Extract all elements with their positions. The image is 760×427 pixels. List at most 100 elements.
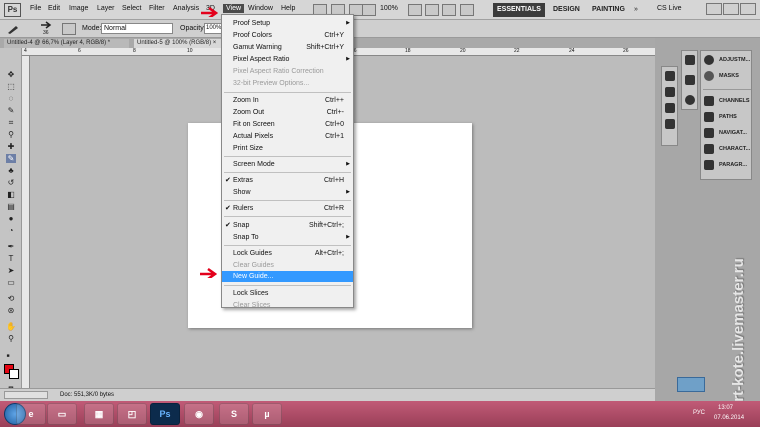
- adjustments-icon[interactable]: [704, 55, 714, 65]
- extras-icon[interactable]: [362, 4, 376, 16]
- path-select-tool-icon[interactable]: ➤: [6, 266, 16, 275]
- shape-tool-icon[interactable]: ▭: [6, 278, 16, 287]
- menu-item-zoom-out[interactable]: Zoom Out Ctrl+-: [222, 107, 353, 118]
- mode-select[interactable]: Normal: [101, 23, 173, 34]
- paragraph-icon[interactable]: [704, 160, 714, 170]
- menu-layer[interactable]: Layer: [97, 5, 115, 12]
- utorrent-icon[interactable]: µ: [252, 403, 282, 425]
- hand-tool-icon[interactable]: ✋: [6, 322, 16, 331]
- menu-item-clear-slices[interactable]: Clear Slices: [222, 300, 353, 311]
- 3d-rotate-tool-icon[interactable]: ⟲: [6, 294, 16, 303]
- default-colors-icon[interactable]: ■: [3, 352, 13, 361]
- menu-view[interactable]: View: [223, 4, 245, 13]
- menu-image[interactable]: Image: [69, 5, 88, 12]
- brush-panel-icon[interactable]: [62, 23, 76, 35]
- panel-label-masks[interactable]: MASKS: [719, 73, 739, 79]
- panel-label-channels[interactable]: CHANNELS: [719, 98, 750, 104]
- skype-icon[interactable]: S: [219, 403, 249, 425]
- menu-item-new-guide[interactable]: New Guide...: [222, 271, 353, 282]
- menu-select[interactable]: Select: [122, 5, 141, 12]
- panel-label-adjustments[interactable]: ADJUSTM...: [719, 57, 750, 63]
- menu-item-snap[interactable]: ✔ Snap Shift+Ctrl+;: [222, 220, 353, 231]
- gradient-tool-icon[interactable]: ▤: [6, 202, 16, 211]
- crop-tool-icon[interactable]: ⌗: [6, 118, 16, 127]
- clock-time[interactable]: 13:07: [718, 405, 733, 411]
- history-brush-tool-icon[interactable]: ↺: [6, 178, 16, 187]
- menu-window[interactable]: Window: [248, 5, 273, 12]
- pen-tool-icon[interactable]: ✒: [6, 242, 16, 251]
- language-indicator[interactable]: РУС: [693, 410, 705, 416]
- explorer-icon[interactable]: ▭: [47, 403, 77, 425]
- doc-tab-untitled-5[interactable]: Untitled-5 @ 100% (RGB/8) ×: [134, 39, 224, 48]
- menu-item-gamut-warning[interactable]: Gamut Warning Shift+Ctrl+Y: [222, 42, 353, 53]
- info-panel-icon[interactable]: [685, 95, 695, 105]
- vertical-ruler[interactable]: [22, 56, 30, 388]
- channels-icon[interactable]: [704, 96, 714, 106]
- menu-item-print-size[interactable]: Print Size: [222, 143, 353, 154]
- workspace-design-button[interactable]: DESIGN: [549, 3, 584, 17]
- swatches-panel-icon[interactable]: [665, 87, 675, 97]
- menu-help[interactable]: Help: [281, 5, 295, 12]
- zoom-tool-icon[interactable]: [425, 4, 439, 16]
- move-tool-icon[interactable]: ✥: [6, 70, 16, 79]
- ie-icon[interactable]: e: [16, 403, 46, 425]
- eyedropper-tool-icon[interactable]: ⚲: [6, 130, 16, 139]
- clone-stamp-tool-icon[interactable]: ♣: [6, 166, 16, 175]
- menu-item-extras[interactable]: ✔ Extras Ctrl+H: [222, 175, 353, 186]
- app-icon[interactable]: ◰: [117, 403, 147, 425]
- healing-tool-icon[interactable]: ✚: [6, 142, 16, 151]
- photoshop-taskbar-icon[interactable]: Ps: [150, 403, 180, 425]
- 3d-orbit-tool-icon[interactable]: ⊛: [6, 306, 16, 315]
- workspace-essentials-button[interactable]: ESSENTIALS: [493, 3, 545, 17]
- menu-item-pixel-aspect-ratio[interactable]: Pixel Aspect Ratio ▶: [222, 54, 353, 65]
- menu-file[interactable]: File: [30, 5, 41, 12]
- menu-item-pixel-aspect-ratio-correction[interactable]: Pixel Aspect Ratio Correction: [222, 66, 353, 77]
- menu-item-proof-colors[interactable]: Proof Colors Ctrl+Y: [222, 30, 353, 41]
- opacity-input[interactable]: 100%: [204, 23, 222, 34]
- menu-item-snap-to[interactable]: Snap To ▶: [222, 232, 353, 243]
- menu-item-screen-mode[interactable]: Screen Mode ▶: [222, 159, 353, 170]
- brush-preset-icon[interactable]: [6, 23, 22, 35]
- menu-item-rulers[interactable]: ✔ Rulers Ctrl+R: [222, 203, 353, 214]
- marquee-tool-icon[interactable]: ⬚: [6, 82, 16, 91]
- paths-icon[interactable]: [704, 112, 714, 122]
- histogram-panel-icon[interactable]: [685, 55, 695, 65]
- history-panel-icon[interactable]: [665, 119, 675, 129]
- arrange-icon[interactable]: [442, 4, 456, 16]
- lasso-tool-icon[interactable]: ◌: [6, 94, 16, 103]
- menu-item-proof-setup[interactable]: Proof Setup ▶: [222, 18, 353, 29]
- eraser-tool-icon[interactable]: ◧: [6, 190, 16, 199]
- brush-tool-icon[interactable]: ✎: [6, 154, 16, 163]
- masks-icon[interactable]: [704, 71, 714, 81]
- doc-tab-untitled-4[interactable]: Untitled-4 @ 66,7% (Layer 4, RGB/8) *: [4, 39, 129, 48]
- mediaplayer-icon[interactable]: ▦: [84, 403, 114, 425]
- zoom-tool-icon[interactable]: ⚲: [6, 334, 16, 343]
- clock-date[interactable]: 07.06.2014: [714, 415, 744, 421]
- dodge-tool-icon[interactable]: ◔: [6, 226, 16, 235]
- menu-edit[interactable]: Edit: [48, 5, 60, 12]
- menu-item-zoom-in[interactable]: Zoom In Ctrl++: [222, 95, 353, 106]
- menu-filter[interactable]: Filter: [149, 5, 165, 12]
- menu-item-lock-guides[interactable]: Lock Guides Alt+Ctrl+;: [222, 248, 353, 259]
- zoom-field[interactable]: [4, 391, 48, 399]
- navigator-icon[interactable]: [704, 128, 714, 138]
- menu-item-clear-guides[interactable]: Clear Guides: [222, 260, 353, 271]
- close-button[interactable]: [740, 3, 756, 15]
- workspace-painting-button[interactable]: PAINTING: [588, 3, 629, 17]
- brush-picker-icon[interactable]: [40, 21, 52, 30]
- restore-button[interactable]: [723, 3, 739, 15]
- layers-panel-icon[interactable]: [665, 103, 675, 113]
- menu-item-lock-slices[interactable]: Lock Slices: [222, 288, 353, 299]
- background-color-swatch[interactable]: [9, 369, 19, 379]
- color-panel-icon[interactable]: [665, 71, 675, 81]
- blur-tool-icon[interactable]: ●: [6, 214, 16, 223]
- type-tool-icon[interactable]: T: [6, 254, 16, 263]
- navigator-small-icon[interactable]: [685, 75, 695, 85]
- menu-item-fit-on-screen[interactable]: Fit on Screen Ctrl+0: [222, 119, 353, 130]
- minimize-button[interactable]: [706, 3, 722, 15]
- chrome-icon[interactable]: ◉: [184, 403, 214, 425]
- hand-tool-icon[interactable]: [408, 4, 422, 16]
- cs-live-button[interactable]: CS Live: [657, 5, 682, 12]
- menu-analysis[interactable]: Analysis: [173, 5, 199, 12]
- character-icon[interactable]: [704, 144, 714, 154]
